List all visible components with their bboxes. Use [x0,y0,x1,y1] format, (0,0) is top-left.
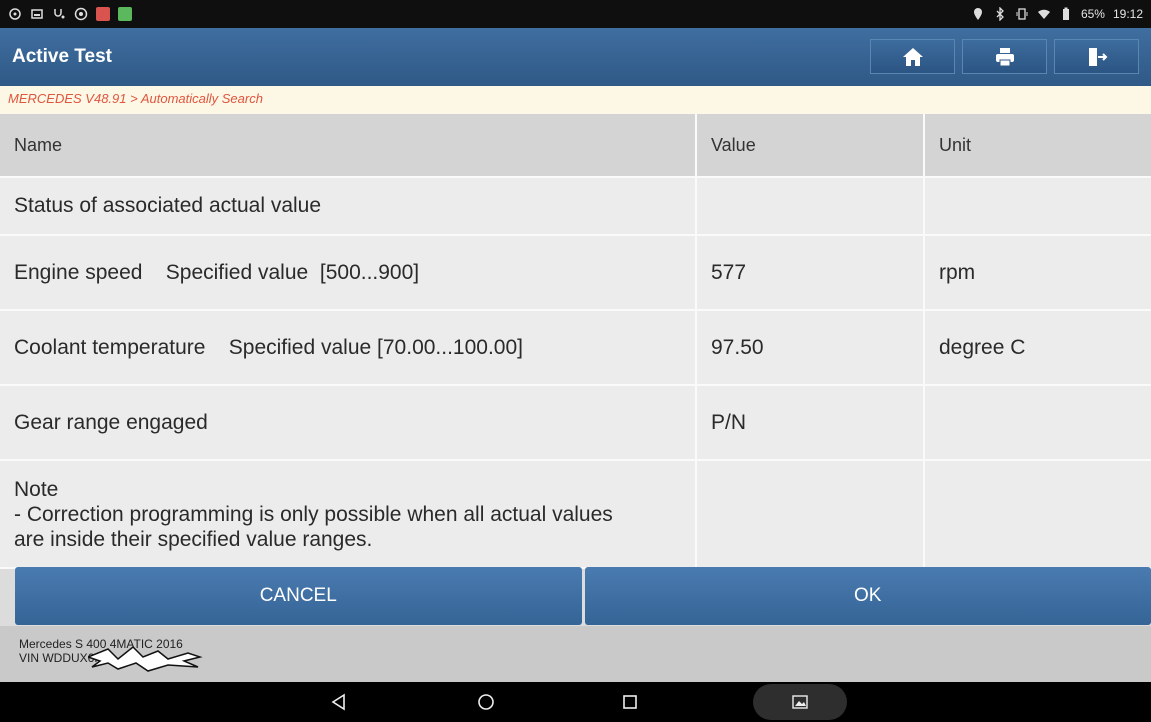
column-header-value: Value [697,114,925,176]
screenshot-button[interactable] [753,684,847,720]
home-button[interactable] [870,39,955,74]
notification-icons [8,7,132,21]
row-unit [925,461,1151,567]
back-button[interactable] [327,690,351,714]
row-value: P/N [697,386,925,459]
column-header-unit: Unit [939,134,972,155]
clock: 19:12 [1112,7,1143,21]
row-value [697,461,925,567]
wifi-icon [1037,9,1050,19]
image-icon [792,695,808,709]
settings-icon [74,7,88,21]
row-name: Gear range engaged [0,386,697,459]
home-nav-button[interactable] [474,690,498,714]
exit-icon [1088,47,1107,66]
stethoscope-icon [54,9,65,19]
row-unit: rpm [939,260,976,284]
location-icon [973,8,982,20]
home-circle-icon [478,694,494,710]
image-icon [31,9,43,19]
recents-icon [623,695,637,709]
redaction-scribble [88,645,203,672]
row-value [697,178,925,234]
headset-icon [9,8,21,20]
row-value: 97.50 [697,311,925,384]
ok-button[interactable]: OK [584,567,1151,625]
page-title: Active Test [12,46,112,67]
android-status-bar: 65% 19:12 [0,0,1151,28]
table-header: Name Value Unit [0,114,1151,178]
row-name-text: Engine speed Specified value [500...900] [14,260,420,284]
cancel-button[interactable]: CANCEL [15,567,582,625]
row-unit: degree C [939,335,1026,359]
app-icon-2 [118,7,132,21]
app-header: Active Test [0,28,1151,86]
row-name: Engine speed Specified value [500...900] [0,236,697,309]
vibrate-icon [1016,8,1028,20]
vin-line: VIN WDDUX6HB [19,645,1132,672]
table-row: Engine speed Specified value [500...900]… [0,236,1151,311]
row-unit [925,386,1151,459]
note-line-1: - Correction programming is only possibl… [14,502,613,526]
print-icon [995,47,1014,66]
home-icon [902,47,923,66]
row-name-text: Coolant temperature Specified value [70.… [14,335,523,359]
app-icon-1 [96,7,110,21]
breadcrumb: MERCEDES V48.91 > Automatically Search [0,86,1151,114]
note-title: Note [14,477,59,501]
row-name: Status of associated actual value [0,178,697,234]
note-cell: Note - Correction programming is only po… [0,461,697,567]
battery-percent: 65% [1080,7,1105,21]
battery-icon [1062,7,1069,20]
row-unit [925,178,1151,234]
column-header-name: Name [0,114,697,176]
header-actions [870,39,1139,74]
bluetooth-icon [996,7,1004,21]
data-table: Name Value Unit Status of associated act… [0,114,1151,569]
android-nav-bar [0,682,1151,722]
table-row-note: Note - Correction programming is only po… [0,461,1151,569]
row-name: Coolant temperature Specified value [70.… [0,311,697,384]
print-button[interactable] [962,39,1047,74]
row-value: 577 [697,236,925,309]
table-row: Gear range engaged P/N [0,386,1151,461]
back-icon [331,693,345,711]
recents-button[interactable] [618,690,642,714]
table-row: Coolant temperature Specified value [70.… [0,311,1151,386]
action-buttons: CANCEL OK [15,567,1151,625]
exit-button[interactable] [1054,39,1139,74]
system-icons: 65% 19:12 [971,7,1143,21]
table-row: Status of associated actual value [0,178,1151,236]
note-line-2: are inside their specified value ranges. [14,527,373,551]
vehicle-info-footer: Mercedes S 400 4MATIC 2016 VIN WDDUX6HB [0,626,1151,682]
